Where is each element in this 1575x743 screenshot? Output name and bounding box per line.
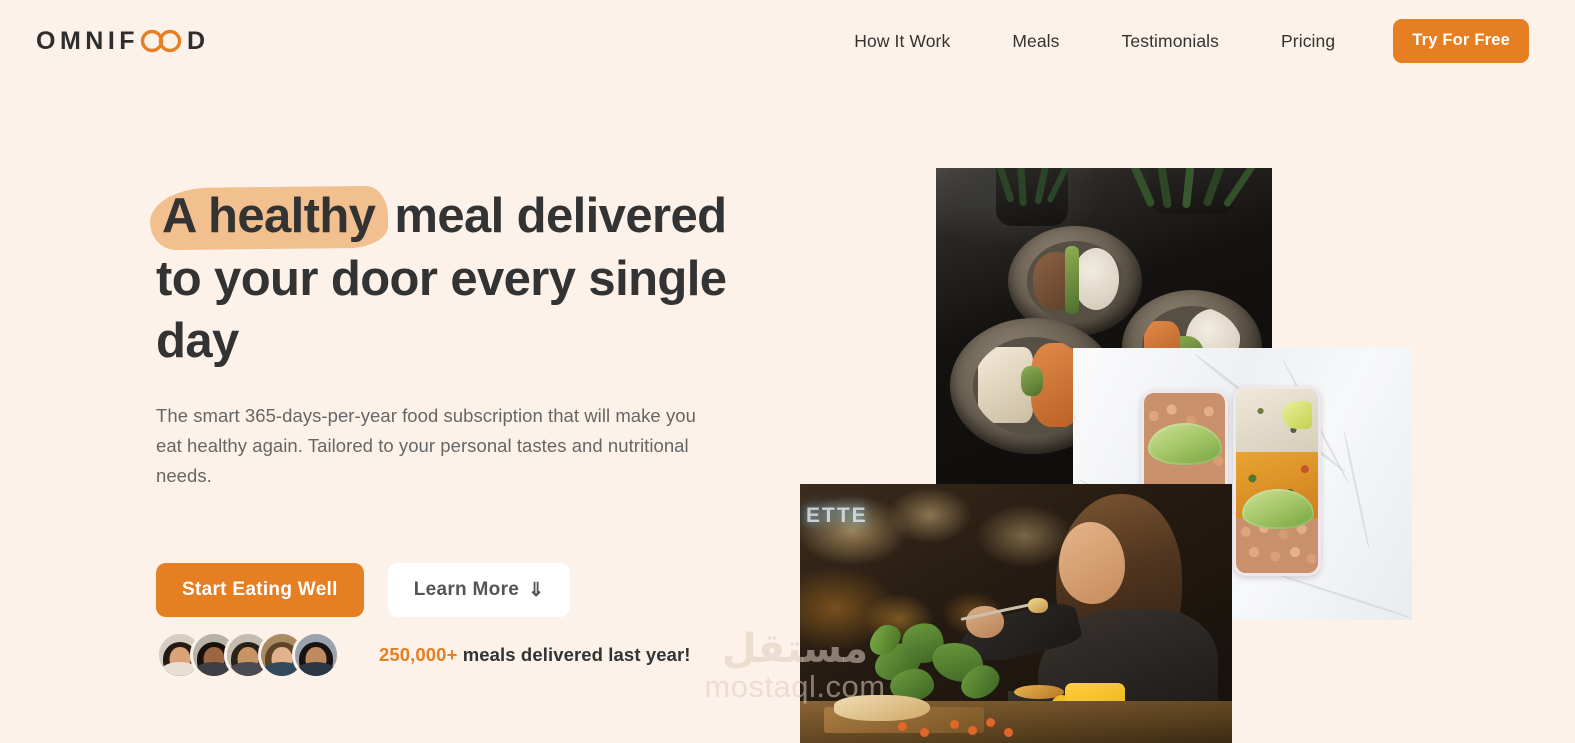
meals-delivered-block: 250,000+ meals delivered last year! — [156, 631, 691, 679]
nav-link-how-it-work[interactable]: How It Work — [854, 23, 950, 60]
meals-delivered-count: 250,000+ — [379, 644, 458, 665]
headline-highlight: A healthy — [156, 185, 381, 248]
meals-delivered-text: 250,000+ meals delivered last year! — [379, 644, 691, 666]
nav-link-pricing[interactable]: Pricing — [1281, 23, 1335, 60]
hero-cta-row: Start Eating Well Learn More ⇓ — [156, 563, 571, 617]
logo-text-last: D — [187, 26, 210, 55]
learn-more-button[interactable]: Learn More ⇓ — [387, 563, 571, 617]
nav-link-testimonials[interactable]: Testimonials — [1122, 23, 1219, 60]
start-eating-well-button[interactable]: Start Eating Well — [156, 563, 364, 617]
site-header: OMNIF D How It Work Meals Testimonials P… — [0, 0, 1575, 82]
hero-image-woman-eating: ETTE — [800, 484, 1232, 743]
try-for-free-button[interactable]: Try For Free — [1393, 19, 1529, 63]
double-down-arrow-icon: ⇓ — [528, 579, 545, 601]
main-navigation: How It Work Meals Testimonials Pricing T… — [854, 19, 1529, 63]
infinity-icon — [140, 28, 182, 54]
avatar-customer-5 — [292, 631, 340, 679]
logo-text-first: OMNIF — [36, 26, 140, 55]
learn-more-label: Learn More — [413, 579, 520, 600]
meals-delivered-label: meals delivered last year! — [462, 644, 691, 665]
customer-avatars — [156, 631, 340, 679]
hero-text-block: A healthy meal delivered to your door ev… — [156, 185, 736, 491]
hero-headline: A healthy meal delivered to your door ev… — [156, 185, 736, 373]
hero-description: The smart 365-days-per-year food subscri… — [156, 405, 696, 487]
nav-link-meals[interactable]: Meals — [1012, 23, 1059, 60]
logo[interactable]: OMNIF D — [36, 27, 210, 56]
neon-sign-text: ETTE — [806, 504, 868, 527]
